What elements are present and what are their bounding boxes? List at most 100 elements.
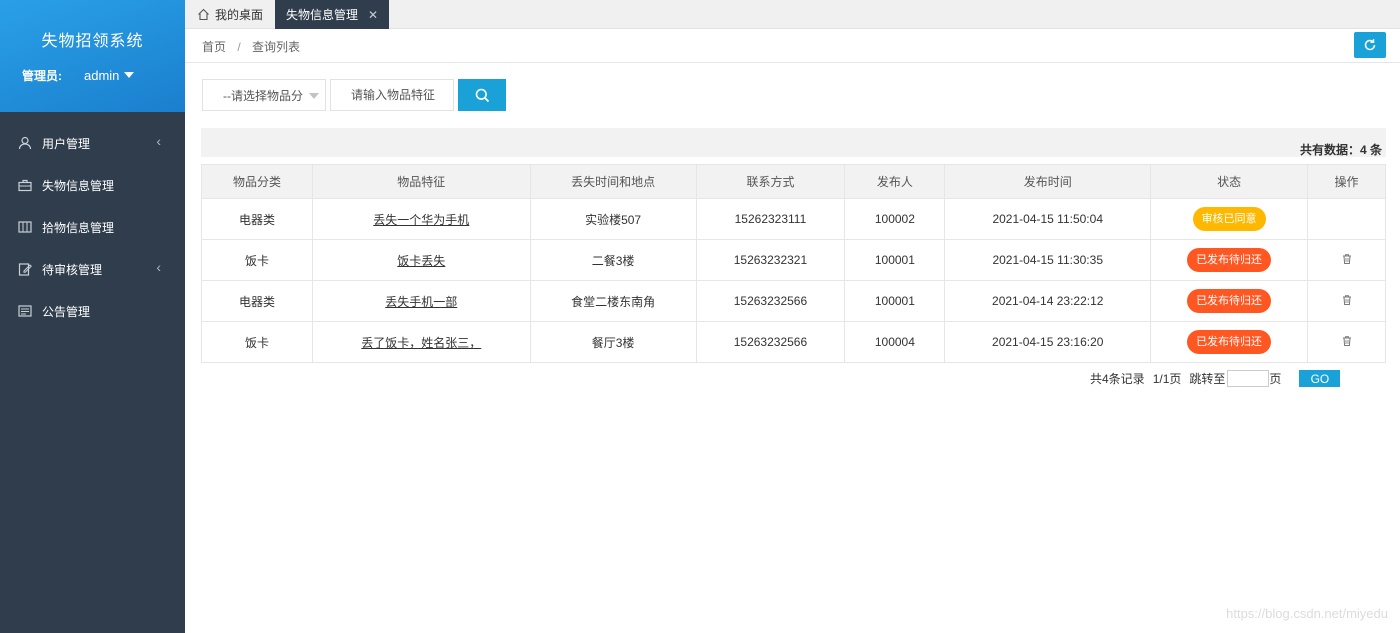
cell-status: 已发布待归还 (1150, 321, 1308, 363)
user-icon (18, 136, 32, 150)
tab-home-label: 我的桌面 (215, 8, 264, 22)
table-header-row: 物品分类 物品特征 丢失时间和地点 联系方式 发布人 发布时间 状态 操作 (201, 164, 1386, 199)
cell-place: 二餐3楼 (529, 239, 697, 281)
table-body: 电器类 丢失一个华为手机 实验楼507 15262323111 100002 2021-0… (201, 198, 1386, 363)
sidebar-item-label: 公告管理 (42, 304, 91, 319)
page-count: 1/1页 (1152, 372, 1182, 386)
header-feature: 物品特征 (311, 164, 531, 199)
sidebar-item-notice[interactable]: 公告管理 (0, 290, 185, 332)
cell-feature: 丢失手机一部 (311, 280, 531, 322)
cell-place: 实验楼507 (529, 198, 697, 240)
admin-label: 管理员: (22, 69, 62, 83)
feature-link[interactable]: 饭卡丢失 (397, 254, 445, 268)
sidebar-item-found-info[interactable]: 拾物信息管理 (0, 206, 185, 248)
cell-phone: 15263232566 (695, 280, 846, 322)
pagination: 共4条记录 1/1页 跳转至 页 GO (1090, 370, 1341, 387)
cell-feature: 丢失一个华为手机 (311, 198, 531, 240)
sidebar-item-label: 失物信息管理 (42, 178, 115, 193)
sidebar-item-label: 用户管理 (42, 136, 91, 151)
chevron-left-icon: ‹ (156, 133, 161, 149)
cell-time: 2021-04-15 11:30:35 (944, 239, 1152, 281)
tab-lost-info[interactable]: 失物信息管理 ✕ (275, 0, 389, 29)
caret-down-icon (309, 93, 319, 99)
status-badge: 已发布待归还 (1187, 248, 1272, 272)
jump-page-input[interactable] (1227, 370, 1270, 387)
sidebar-header: 失物招领系统 管理员: admin (0, 0, 185, 112)
sidebar-item-pending-review[interactable]: 待审核管理 ‹ (0, 248, 185, 290)
feature-search-input[interactable] (330, 79, 454, 111)
header-time: 发布时间 (944, 164, 1152, 199)
cell-category: 电器类 (201, 280, 313, 322)
refresh-icon (1364, 39, 1376, 51)
search-button[interactable] (458, 79, 506, 111)
feature-link[interactable]: 丢失一个华为手机 (373, 213, 469, 227)
breadcrumb: 首页 / 查询列表 (202, 38, 300, 55)
cell-feature: 饭卡丢失 (311, 239, 531, 281)
cell-category: 饭卡 (201, 321, 313, 363)
system-title: 失物招领系统 (41, 33, 144, 50)
breadcrumb-bar: 首页 / 查询列表 (185, 29, 1400, 63)
sidebar-item-label: 待审核管理 (42, 262, 103, 277)
go-button[interactable]: GO (1299, 370, 1341, 387)
feature-link[interactable]: 丢失手机一部 (385, 295, 457, 309)
table-row: 饭卡 丢了饭卡，姓名张三， 餐厅3楼 15263232566 100004 2021-04… (201, 321, 1386, 363)
header-status: 状态 (1150, 164, 1308, 199)
cell-phone: 15263232566 (695, 321, 846, 363)
feature-link[interactable]: 丢了饭卡，姓名张三， (361, 336, 481, 350)
sidebar-item-label: 拾物信息管理 (42, 220, 115, 235)
tab-home[interactable]: 我的桌面 (191, 0, 271, 29)
close-icon[interactable]: ✕ (368, 8, 378, 22)
tab-label: 失物信息管理 (286, 8, 359, 22)
cell-time: 2021-04-15 11:50:04 (944, 198, 1152, 240)
cell-action (1307, 198, 1386, 240)
cell-publisher: 100001 (844, 280, 946, 322)
page-suffix: 页 (1269, 372, 1282, 386)
cell-publisher: 100002 (844, 198, 946, 240)
cell-phone: 15263232321 (695, 239, 846, 281)
search-icon (475, 88, 489, 102)
table-row: 电器类 丢失一个华为手机 实验楼507 15262323111 100002 2021-0… (201, 198, 1386, 240)
cell-publisher: 100001 (844, 239, 946, 281)
notice-icon (18, 304, 32, 318)
breadcrumb-home[interactable]: 首页 (202, 40, 226, 54)
breadcrumb-separator: / (237, 40, 241, 54)
cell-action (1307, 280, 1386, 322)
cell-category: 饭卡 (201, 239, 313, 281)
edit-icon (18, 262, 32, 276)
total-count: 共有数据：4 条 (1299, 143, 1382, 157)
chevron-left-icon: ‹ (156, 259, 161, 275)
category-select-value: --请选择物品分 (223, 88, 303, 103)
cell-time: 2021-04-15 23:16:20 (944, 321, 1152, 363)
delete-icon[interactable] (1341, 253, 1353, 265)
status-badge: 已发布待归还 (1187, 330, 1272, 354)
admin-name[interactable]: admin (84, 68, 119, 83)
cell-status: 已发布待归还 (1150, 280, 1308, 322)
cell-status: 已发布待归还 (1150, 239, 1308, 281)
refresh-button[interactable] (1354, 32, 1386, 58)
jump-label: 跳转至 (1189, 372, 1226, 386)
cell-status: 审核已同意 (1150, 198, 1308, 240)
caret-down-icon[interactable] (124, 71, 135, 78)
record-count: 共4条记录 (1090, 372, 1145, 386)
delete-icon[interactable] (1341, 335, 1353, 347)
cell-place: 餐厅3楼 (529, 321, 697, 363)
table-row: 电器类 丢失手机一部 食堂二楼东南角 15263232566 100001 2021-04… (201, 280, 1386, 322)
columns-icon (18, 220, 32, 234)
cell-feature: 丢了饭卡，姓名张三， (311, 321, 531, 363)
admin-info[interactable]: 管理员: admin (0, 67, 185, 84)
home-icon (197, 8, 210, 21)
total-bar: 共有数据：4 条 (201, 128, 1386, 157)
cell-publisher: 100004 (844, 321, 946, 363)
sidebar-item-user-management[interactable]: 用户管理 ‹ (0, 122, 185, 164)
sidebar-item-lost-info[interactable]: 失物信息管理 (0, 164, 185, 206)
header-category: 物品分类 (201, 164, 313, 199)
search-form: --请选择物品分 (202, 79, 506, 111)
sidebar-menu: 用户管理 ‹ 失物信息管理 拾物信息管理 待审核管理 ‹ 公告管理 (0, 112, 185, 332)
category-select[interactable]: --请选择物品分 (202, 79, 326, 111)
delete-icon[interactable] (1341, 294, 1353, 306)
header-publisher: 发布人 (844, 164, 946, 199)
briefcase-icon (18, 178, 32, 192)
header-place: 丢失时间和地点 (529, 164, 697, 199)
cell-category: 电器类 (201, 198, 313, 240)
watermark: https://blog.csdn.net/miyedu (1226, 606, 1388, 621)
